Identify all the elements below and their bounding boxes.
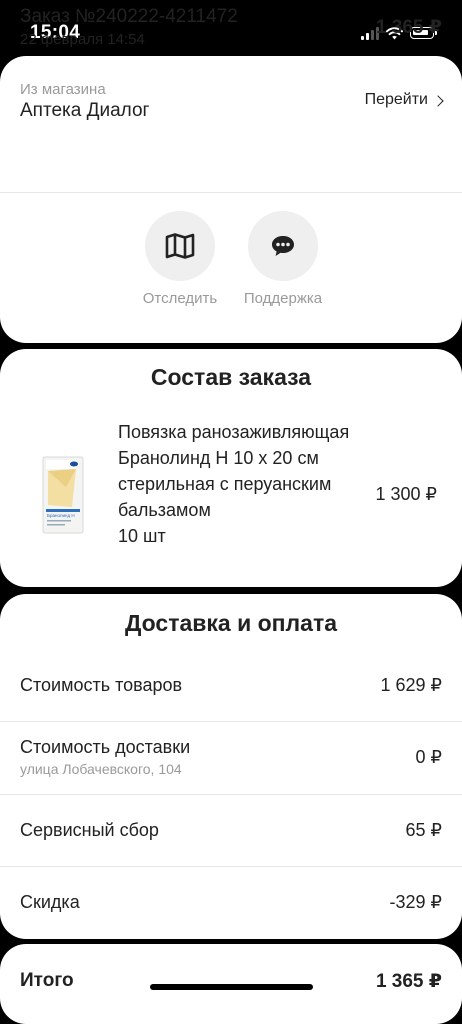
row-value: 1 629 ₽ — [380, 675, 443, 695]
product-quantity: 10 шт — [118, 526, 166, 546]
product-package-text: Бранолинд Н — [47, 513, 75, 518]
go-to-store-label: Перейти — [364, 91, 428, 108]
row-label: Стоимость товаров — [20, 675, 183, 695]
row-value: -329 ₽ — [389, 892, 442, 912]
track-label: Отследить — [142, 290, 218, 307]
chevron-right-icon — [432, 94, 444, 107]
track-button[interactable]: Отследить — [125, 211, 235, 307]
support-button[interactable]: Поддержка — [228, 211, 338, 307]
store-name: Аптека Диалог — [20, 100, 150, 121]
order-items-title: Состав заказа — [150, 364, 312, 390]
divider — [0, 794, 462, 795]
go-to-store-button[interactable]: Перейти — [364, 91, 444, 109]
total-value: 1 365 ₽ — [375, 971, 442, 992]
product-image[interactable]: Бранолинд Н — [42, 455, 86, 535]
map-icon-circle — [145, 211, 215, 281]
row-value: 0 ₽ — [415, 747, 442, 767]
order-title: Заказ №240222-4211472 — [20, 6, 238, 27]
support-label: Поддержка — [243, 290, 323, 307]
row-value: 65 ₽ — [405, 820, 442, 840]
order-date: 22 февраля 14:54 — [20, 31, 145, 48]
row-label: Скидка — [20, 892, 80, 912]
product-price: 1 300 ₽ — [375, 484, 438, 504]
delivery-payment-title: Доставка и оплата — [124, 610, 338, 636]
store-caption: Из магазина — [20, 81, 106, 98]
order-sum: 1 365 ₽ — [375, 17, 442, 38]
home-indicator[interactable] — [150, 984, 313, 990]
product-name[interactable]: Повязка ранозаживляющая Бранолинд Н 10 х… — [118, 419, 368, 549]
delivery-address: улица Лобачевского, 104 — [20, 761, 182, 777]
divider — [0, 192, 462, 193]
row-label: Стоимость доставки — [20, 737, 191, 757]
total-label: Итого — [20, 970, 74, 991]
product-title: Повязка ранозаживляющая Бранолинд Н 10 х… — [118, 422, 350, 520]
row-label: Сервисный сбор — [20, 820, 159, 840]
chat-icon — [272, 236, 294, 256]
divider — [0, 721, 462, 722]
map-icon — [165, 233, 195, 259]
divider — [0, 866, 462, 867]
chat-icon-circle — [248, 211, 318, 281]
